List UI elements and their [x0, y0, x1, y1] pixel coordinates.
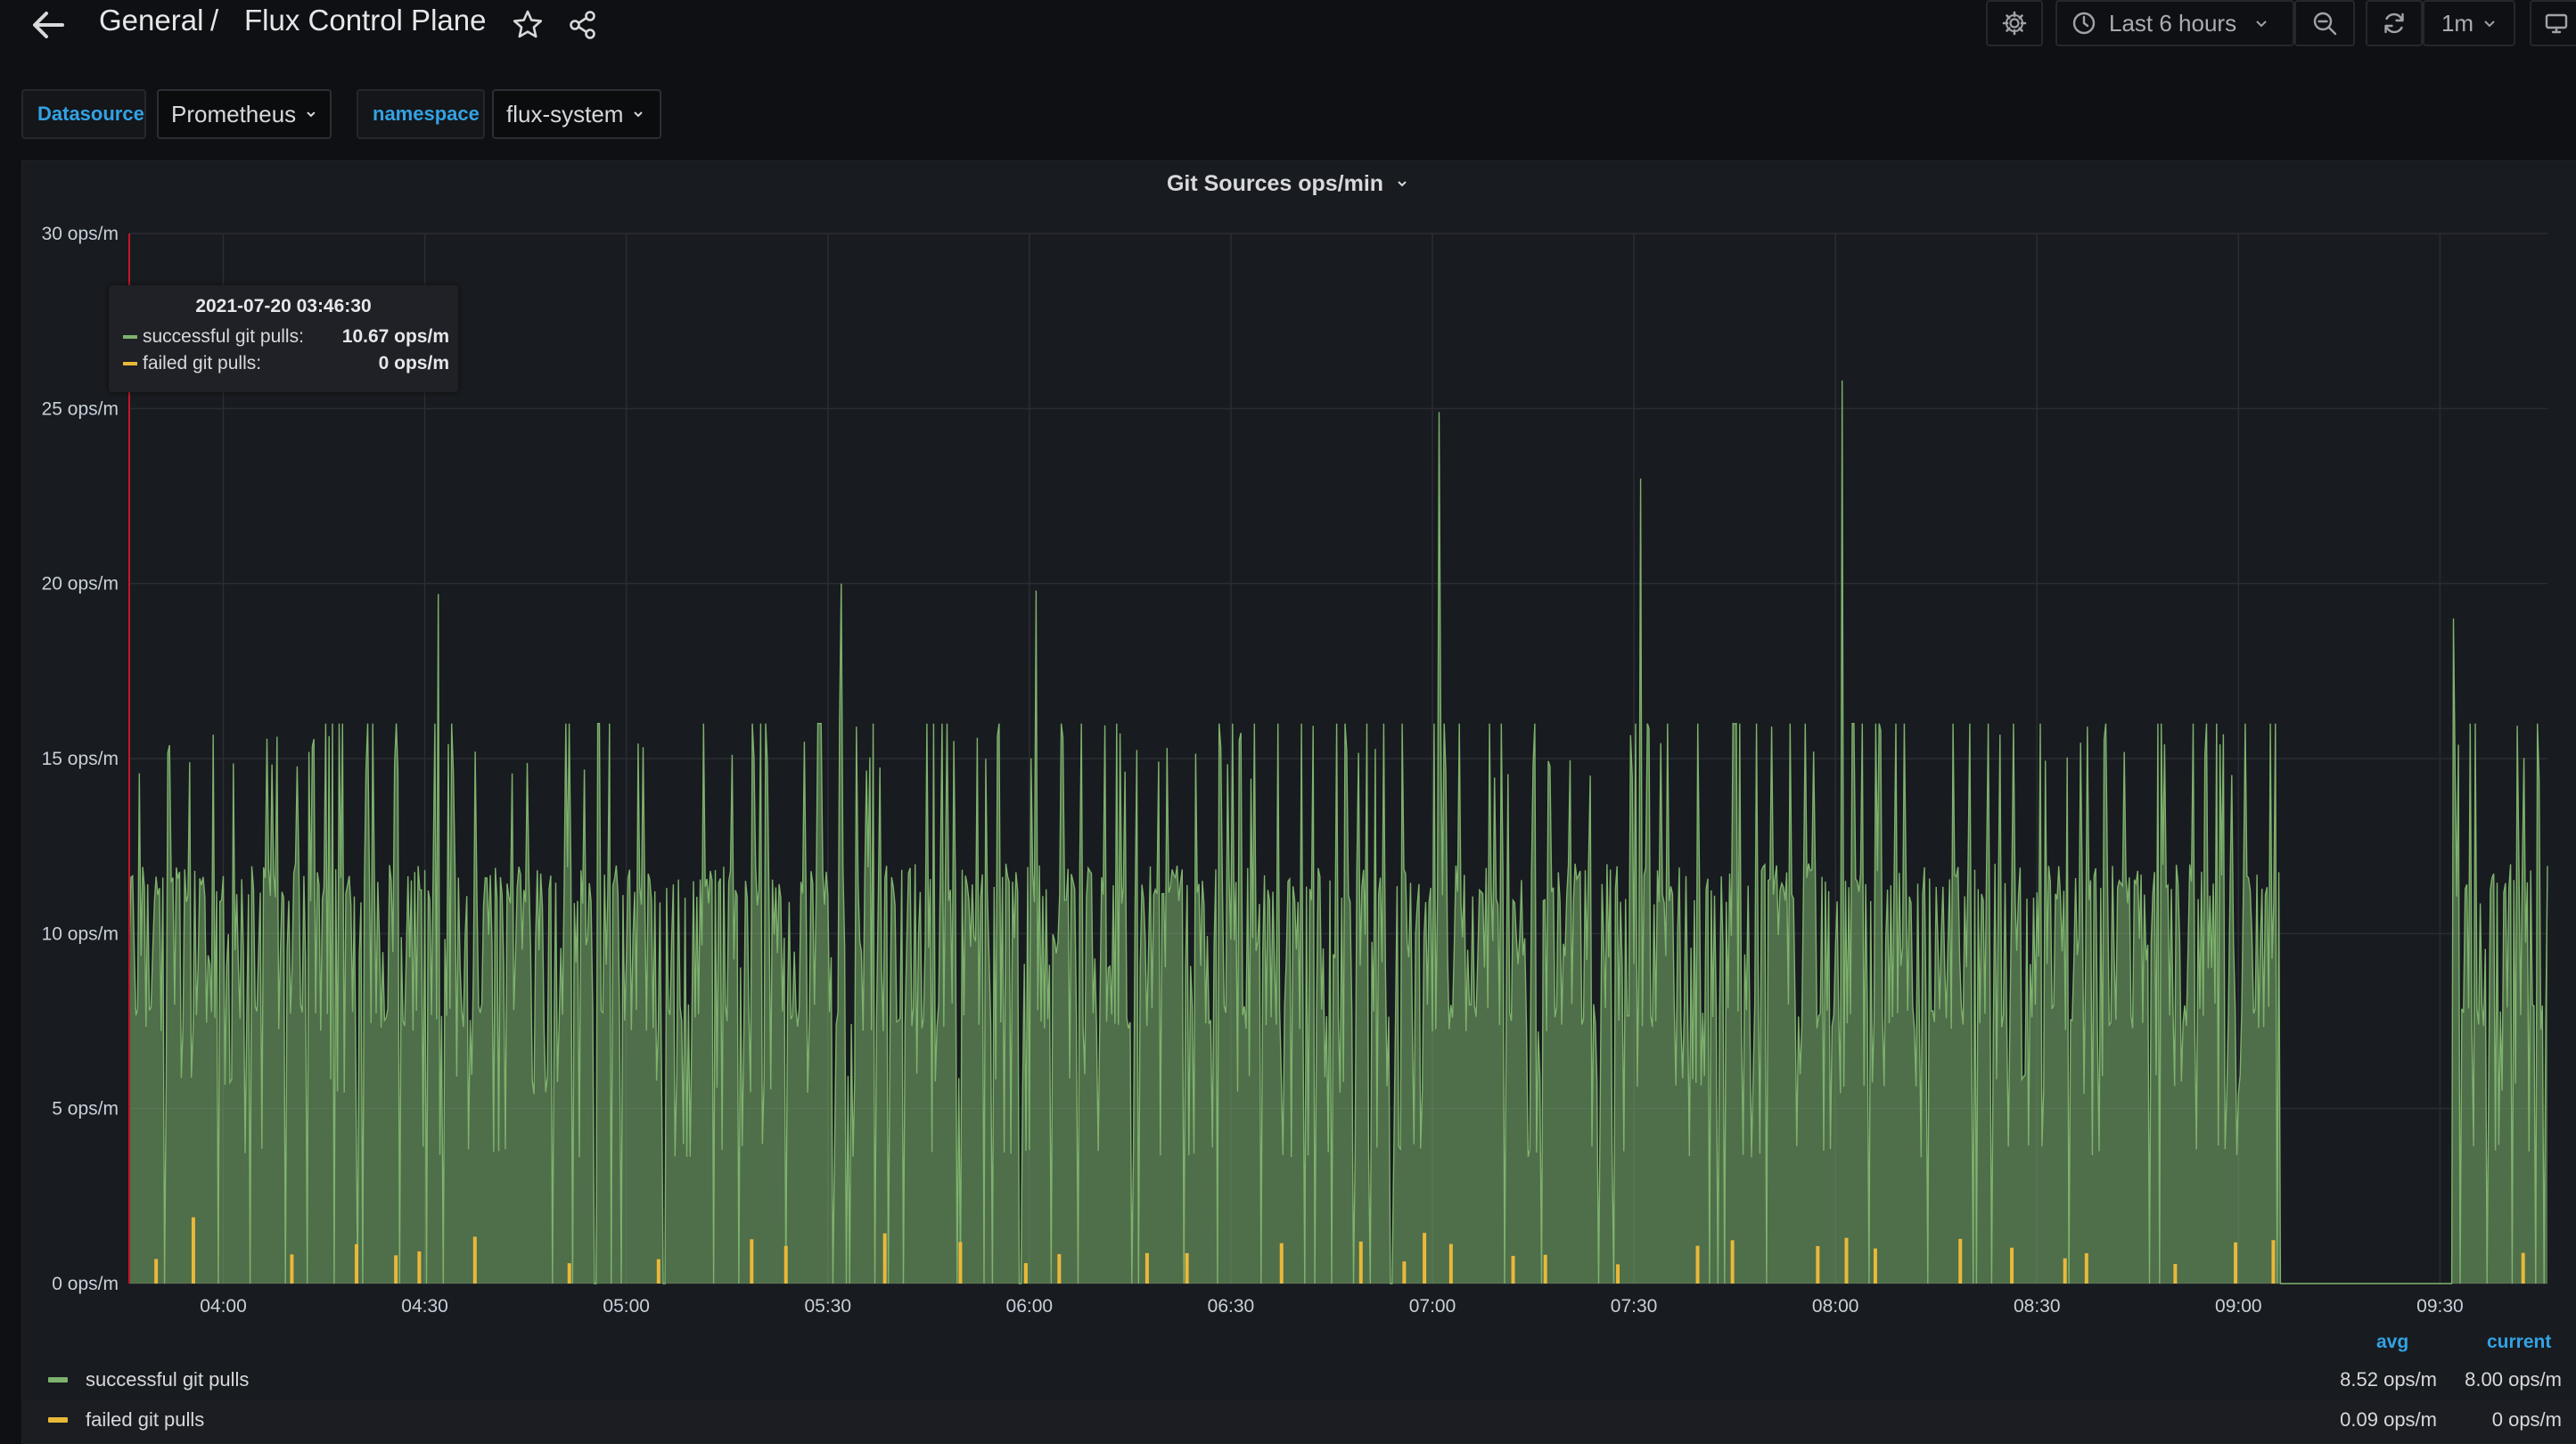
failed-git-pulls-bar [2084, 1252, 2088, 1284]
failed-git-pulls-bar [1695, 1245, 1700, 1284]
series-area-successful-git-pulls [129, 380, 2547, 1284]
x-tick-label: 09:00 [2215, 1296, 2262, 1317]
y-axis: 0 ops/m 5 ops/m 10 ops/m 15 ops/m 20 ops/m 25… [42, 224, 119, 1294]
x-tick-label: 07:00 [1409, 1296, 1456, 1317]
legend-avg-value: 0.09 ops/m [2340, 1408, 2437, 1431]
series-color-swatch [123, 362, 137, 365]
failed-git-pulls-bar [2521, 1252, 2525, 1284]
x-tick-label: 05:30 [804, 1296, 851, 1317]
x-tick-label: 08:00 [1812, 1296, 1859, 1317]
legend-item[interactable]: successful git pulls 8.52 ops/m 8.00 ops… [21, 1360, 2576, 1399]
legend-series-name[interactable]: failed git pulls [86, 1408, 204, 1432]
x-tick-label: 06:00 [1006, 1296, 1054, 1317]
failed-git-pulls-bar [472, 1236, 477, 1284]
failed-git-pulls-bar [1057, 1253, 1062, 1284]
failed-git-pulls-bar [1144, 1252, 1149, 1284]
graph-chart[interactable]: 0 ops/m 5 ops/m 10 ops/m 15 ops/m 20 ops/m 25… [0, 0, 2576, 1437]
failed-git-pulls-bar [1730, 1240, 1735, 1284]
failed-git-pulls-bar [2010, 1247, 2014, 1284]
x-tick-label: 04:30 [401, 1296, 448, 1317]
failed-git-pulls-bar [1958, 1238, 1963, 1284]
tooltip-series-name: failed git pulls: [143, 353, 262, 373]
failed-git-pulls-bar [783, 1245, 788, 1284]
legend-series-name[interactable]: successful git pulls [86, 1368, 249, 1391]
tooltip-row: failed git pulls: 0 ops/m [123, 353, 449, 374]
y-tick-label: 30 ops/m [42, 224, 119, 244]
y-tick-label: 15 ops/m [42, 749, 119, 769]
failed-git-pulls-bar [1844, 1237, 1849, 1284]
legend-header-avg[interactable]: avg [2376, 1332, 2408, 1353]
series-color-swatch [123, 335, 137, 339]
failed-git-pulls-bar [1873, 1248, 1877, 1284]
failed-git-pulls-bar [2063, 1258, 2067, 1284]
y-tick-label: 5 ops/m [52, 1099, 119, 1120]
y-tick-label: 10 ops/m [42, 923, 119, 944]
legend-item[interactable]: failed git pulls 0.09 ops/m 0 ops/m [21, 1400, 2576, 1440]
graph-tooltip: 2021-07-20 03:46:30 successful git pulls… [109, 285, 458, 392]
failed-git-pulls-bar [567, 1263, 571, 1284]
tooltip-series-value: 0 ops/m [378, 353, 449, 373]
failed-git-pulls-bar [290, 1254, 294, 1284]
series-successful-git-pulls [128, 380, 2548, 1284]
x-tick-label: 07:30 [1611, 1296, 1658, 1317]
failed-git-pulls-bar [1402, 1261, 1407, 1284]
failed-git-pulls-bar [1279, 1243, 1284, 1284]
x-tick-label: 05:00 [603, 1296, 650, 1317]
x-tick-label: 04:00 [200, 1296, 247, 1317]
x-tick-label: 09:30 [2416, 1296, 2464, 1317]
failed-git-pulls-bar [2173, 1264, 2178, 1284]
failed-git-pulls-bar [958, 1242, 963, 1284]
tooltip-time: 2021-07-20 03:46:30 [195, 296, 372, 316]
failed-git-pulls-bar [394, 1255, 398, 1284]
legend-color-swatch[interactable] [48, 1417, 68, 1423]
failed-git-pulls-bar [656, 1259, 660, 1284]
tooltip-series-value: 10.67 ops/m [341, 326, 449, 347]
legend-current-value: 8.00 ops/m [2465, 1368, 2562, 1391]
failed-git-pulls-bar [882, 1233, 887, 1284]
failed-git-pulls-bar [417, 1251, 422, 1284]
y-tick-label: 20 ops/m [42, 574, 119, 595]
failed-git-pulls-bar [191, 1217, 195, 1284]
legend-header-current[interactable]: current [2487, 1332, 2551, 1353]
failed-git-pulls-bar [154, 1259, 159, 1284]
legend-color-swatch[interactable] [48, 1377, 68, 1382]
legend-current-value: 0 ops/m [2491, 1408, 2562, 1431]
x-tick-label: 06:30 [1208, 1296, 1255, 1317]
x-tick-label: 08:30 [2014, 1296, 2061, 1317]
failed-git-pulls-bar [354, 1243, 358, 1284]
failed-git-pulls-bar [1816, 1245, 1820, 1284]
failed-git-pulls-bar [1023, 1263, 1028, 1284]
failed-git-pulls-bar [1185, 1252, 1189, 1284]
failed-git-pulls-bar [1358, 1241, 1363, 1284]
failed-git-pulls-bar [1423, 1233, 1427, 1284]
x-axis: 04:00 04:30 05:00 05:30 06:00 06:30 07:00 07:30… [200, 1296, 2463, 1317]
y-tick-label: 25 ops/m [42, 398, 119, 419]
failed-git-pulls-bar [2271, 1240, 2276, 1284]
tooltip-row: successful git pulls: 10.67 ops/m [123, 326, 449, 348]
failed-git-pulls-bar [2234, 1242, 2238, 1284]
failed-git-pulls-bar [750, 1239, 754, 1284]
failed-git-pulls-bar [1616, 1264, 1620, 1284]
legend-avg-value: 8.52 ops/m [2340, 1368, 2437, 1391]
y-tick-label: 0 ops/m [52, 1274, 119, 1294]
failed-git-pulls-bar [1511, 1255, 1515, 1284]
tooltip-series-name: successful git pulls: [143, 326, 304, 347]
failed-git-pulls-bar [1448, 1243, 1453, 1284]
failed-git-pulls-bar [1543, 1254, 1547, 1284]
